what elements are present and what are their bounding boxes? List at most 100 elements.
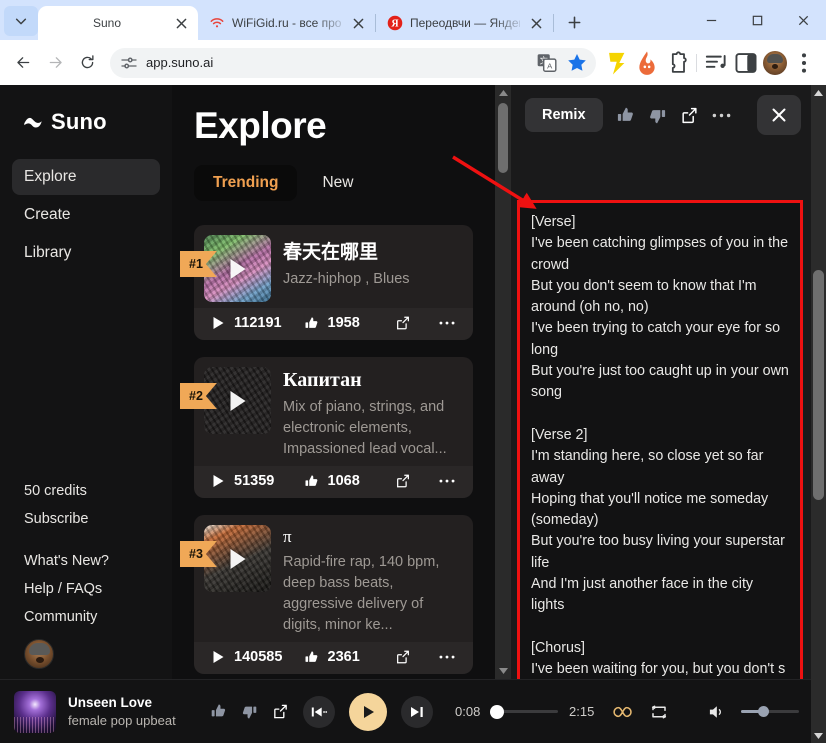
page-scroll-down-arrow[interactable] [811, 728, 826, 743]
volume-knob[interactable] [758, 706, 769, 717]
like-count[interactable]: 1958 [304, 315, 396, 331]
play-icon[interactable] [230, 548, 245, 569]
bookmark-star-icon[interactable] [566, 52, 588, 74]
next-track-button[interactable] [401, 695, 433, 728]
extensions-puzzle-icon[interactable] [662, 49, 690, 77]
reload-button[interactable] [72, 48, 102, 78]
page-scroll-up-arrow[interactable] [811, 85, 826, 100]
volume-button[interactable] [708, 704, 727, 720]
more-options-button[interactable] [439, 478, 455, 484]
more-options-button[interactable] [439, 320, 455, 326]
like-count[interactable]: 2361 [304, 649, 396, 665]
volume-slider[interactable] [741, 706, 799, 717]
thumbs-up-icon [305, 650, 317, 662]
song-card-top: 春天在哪里 Jazz-hiphop , Blues [194, 225, 473, 308]
seek-knob[interactable] [490, 704, 504, 719]
play-icon[interactable] [230, 258, 245, 279]
like-count[interactable]: 1068 [304, 473, 396, 489]
tab-trending[interactable]: Trending [194, 165, 298, 201]
browser-toolbar: app.suno.ai 文A [0, 40, 826, 85]
like-button[interactable] [616, 106, 635, 125]
previous-track-button[interactable] [303, 695, 335, 728]
repeat-button[interactable] [650, 704, 668, 720]
browser-tab-3[interactable]: Я Переодвчи — Яндекс [376, 6, 553, 40]
player-like-button[interactable] [210, 703, 227, 720]
more-options-button[interactable] [439, 654, 455, 660]
share-button[interactable] [395, 315, 411, 331]
hot-extension-icon[interactable] [633, 49, 661, 77]
more-horizontal-icon [439, 479, 455, 483]
dislike-button[interactable] [648, 106, 667, 125]
thumbs-down-icon [649, 109, 665, 123]
close-icon [798, 15, 808, 25]
song-artwork[interactable] [204, 367, 271, 434]
minimize-button[interactable] [688, 0, 734, 40]
explore-scrollbar[interactable] [495, 85, 511, 679]
song-description: Jazz-hiphop , Blues [283, 271, 410, 287]
song-card[interactable]: #3 π Rapid-fire rap, 140 bpm, deep bass … [194, 515, 473, 674]
tab-title: Suno [92, 16, 122, 30]
side-panel-icon[interactable] [732, 49, 760, 77]
play-count[interactable]: 112191 [212, 315, 304, 331]
song-artwork[interactable] [204, 235, 271, 302]
tab-close-button[interactable] [172, 14, 190, 32]
play-icon[interactable] [230, 390, 245, 411]
chrome-menu-button[interactable] [790, 49, 818, 77]
player-share-button[interactable] [272, 703, 289, 720]
share-button[interactable] [680, 106, 699, 125]
song-card[interactable]: #2 Капитан Mix of piano, strings, and el… [194, 357, 473, 498]
tab-new[interactable]: New [303, 165, 372, 201]
close-window-button[interactable] [780, 0, 826, 40]
sidebar-item-create[interactable]: Create [12, 197, 160, 233]
subscribe-link[interactable]: Subscribe [12, 505, 160, 533]
scroll-up-arrow[interactable] [495, 85, 511, 101]
profile-avatar-button[interactable] [761, 49, 789, 77]
tab-search-button[interactable] [4, 6, 38, 36]
sidebar-item-library[interactable]: Library [12, 235, 160, 271]
translate-icon[interactable]: 文A [536, 52, 558, 74]
tab-close-button[interactable] [349, 14, 367, 32]
song-card-top: π Rapid-fire rap, 140 bpm, deep bass bea… [194, 515, 473, 642]
scroll-down-arrow[interactable] [495, 663, 511, 679]
now-playing-artwork[interactable] [14, 690, 56, 733]
new-tab-button[interactable] [560, 8, 588, 36]
share-button[interactable] [395, 649, 411, 665]
play-count[interactable]: 51359 [212, 473, 304, 489]
back-button[interactable] [8, 48, 38, 78]
sidebar-item-explore[interactable]: Explore [12, 159, 160, 195]
maximize-button[interactable] [734, 0, 780, 40]
whats-new-link[interactable]: What's New? [12, 547, 160, 575]
browser-tab-2[interactable]: WiFiGid.ru - все про W [198, 6, 375, 40]
forward-button[interactable] [40, 48, 70, 78]
repeat-icon [651, 705, 667, 718]
more-options-button[interactable] [712, 112, 731, 119]
play-pause-button[interactable] [349, 692, 387, 731]
tab-close-button[interactable] [527, 14, 545, 32]
seek-slider[interactable] [490, 704, 558, 719]
suno-logo[interactable]: Suno [12, 103, 160, 135]
song-artwork[interactable] [204, 525, 271, 592]
infinite-loop-button[interactable] [613, 706, 633, 718]
thumbs-up-icon [211, 704, 226, 717]
page-scrollbar-thumb[interactable] [813, 270, 824, 500]
tab-separator [553, 14, 554, 32]
play-count[interactable]: 140585 [212, 649, 304, 665]
help-faqs-link[interactable]: Help / FAQs [12, 575, 160, 603]
extension-toolbar [604, 49, 818, 77]
remix-button[interactable]: Remix [525, 98, 603, 132]
player-dislike-button[interactable] [241, 703, 258, 720]
media-list-icon[interactable] [703, 49, 731, 77]
lastpass-extension-icon[interactable] [604, 49, 632, 77]
address-bar[interactable]: app.suno.ai 文A [110, 47, 596, 78]
page-scrollbar[interactable] [811, 85, 826, 743]
song-card[interactable]: #1 春天在哪里 Jazz-hiphop , Blues 112191 1958 [194, 225, 473, 340]
lyrics-highlight-box: [Verse] I've been catching glimpses of y… [517, 200, 803, 684]
share-button[interactable] [395, 473, 411, 489]
site-settings-icon[interactable] [120, 54, 138, 72]
browser-tab-1[interactable]: Suno [38, 6, 198, 40]
user-avatar[interactable] [24, 639, 54, 669]
scrollbar-thumb[interactable] [498, 103, 508, 173]
community-link[interactable]: Community [12, 603, 160, 631]
close-panel-button[interactable] [757, 95, 801, 135]
